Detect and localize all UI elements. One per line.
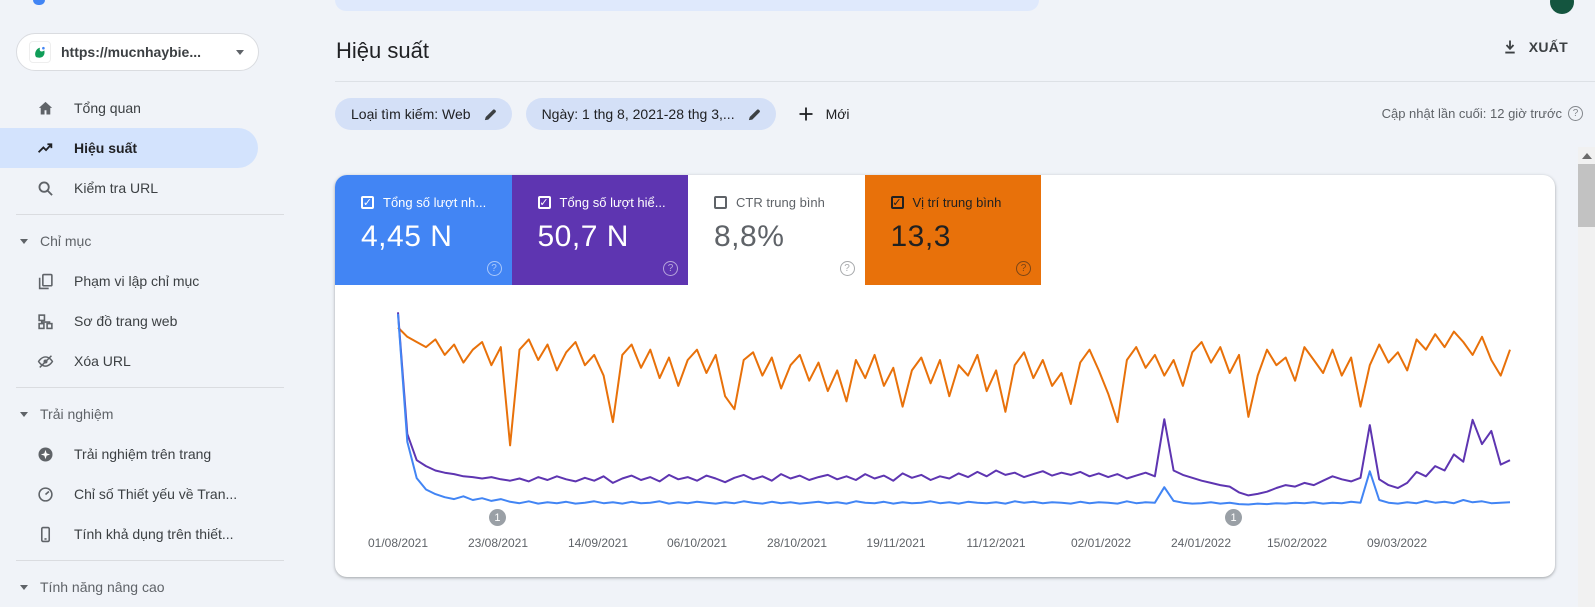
x-axis-tick-label: 23/08/2021 (467, 536, 529, 550)
performance-chart[interactable]: 1 1 01/08/2021 23/08/2021 14/09/2021 06/10/2… (368, 293, 1512, 573)
page-experience-icon (36, 445, 54, 463)
last-updated: Cập nhật lần cuối: 12 giờ trước (1382, 106, 1583, 121)
coverage-icon (36, 272, 54, 290)
metric-tile-impressions[interactable]: Tổng số lượt hiể... 50,7 N (511, 175, 688, 285)
divider (16, 387, 284, 388)
search-icon (36, 179, 54, 197)
chevron-down-icon (20, 584, 28, 590)
download-icon (1501, 38, 1519, 56)
line-chart[interactable] (396, 293, 1512, 513)
divider (16, 560, 284, 561)
smartphone-icon (36, 525, 54, 543)
series-impressions (397, 312, 1511, 497)
scrollbar-up-arrow[interactable] (1582, 153, 1592, 159)
checkbox-icon[interactable] (537, 196, 551, 209)
sidebar-item-overview[interactable]: Tổng quan (0, 88, 258, 128)
sidebar-item-label: Sơ đồ trang web (74, 313, 178, 329)
sidebar-nav: Tổng quan Hiệu suất Kiểm tra URL Chỉ mục… (0, 88, 300, 607)
chevron-down-icon (20, 411, 28, 417)
edit-pencil-icon[interactable] (747, 107, 762, 122)
filter-chip-date-range[interactable]: Ngày: 1 thg 8, 2021-28 thg 3,... (525, 98, 776, 130)
x-axis-tick-label: 24/01/2022 (1170, 536, 1232, 550)
sidebar-item-url-inspection[interactable]: Kiểm tra URL (0, 168, 258, 208)
x-axis-tick-label: 11/12/2021 (966, 536, 1026, 550)
sidebar-item-label: Phạm vi lập chỉ mục (74, 273, 200, 289)
sitemap-icon (36, 312, 54, 330)
chevron-down-icon (20, 238, 28, 244)
chevron-down-icon (236, 49, 244, 55)
x-axis-tick-label: 19/11/2021 (866, 536, 926, 550)
x-axis-tick-label: 28/10/2021 (766, 536, 828, 550)
metric-value: 50,7 N (537, 220, 629, 253)
metric-tile-clicks[interactable]: Tổng số lượt nh... 4,45 N (335, 175, 512, 285)
metric-value: 4,45 N (361, 220, 453, 253)
help-icon[interactable] (839, 261, 855, 276)
property-label: https://mucnhaybie... (61, 44, 202, 60)
plus-icon (798, 106, 814, 122)
help-icon[interactable] (486, 261, 502, 276)
property-selector[interactable]: https://mucnhaybie... (16, 33, 259, 71)
chart-annotation-badge[interactable]: 1 (488, 509, 506, 526)
divider (16, 214, 284, 215)
help-icon[interactable] (1016, 261, 1031, 276)
sidebar-item-mobile-usability[interactable]: Tính khả dụng trên thiết... (0, 514, 258, 554)
x-axis-tick-label: 02/01/2022 (1070, 536, 1132, 550)
section-header-legacy[interactable]: Tính năng nâng cao (0, 567, 300, 607)
metric-tiles: Tổng số lượt nh... 4,45 N Tổng số lượt h… (335, 175, 1555, 285)
sidebar-item-performance[interactable]: Hiệu suất (0, 128, 258, 168)
performance-icon (36, 139, 54, 157)
x-axis-tick-label: 15/02/2022 (1266, 536, 1328, 550)
sidebar-item-label: Tính khả dụng trên thiết... (74, 526, 234, 542)
eye-off-icon (36, 352, 54, 370)
filter-bar: Loại tìm kiếm: Web Ngày: 1 thg 8, 2021-2… (335, 98, 858, 130)
x-axis-tick-label: 14/09/2021 (567, 536, 629, 550)
divider (335, 81, 1595, 82)
gauge-icon (36, 485, 54, 503)
section-header-experience[interactable]: Trải nghiệm (0, 394, 300, 434)
x-axis-tick-label: 01/08/2021 (367, 536, 429, 550)
sidebar-item-index-coverage[interactable]: Phạm vi lập chỉ mục (0, 261, 258, 301)
metric-value: 13,3 (890, 220, 951, 253)
main-content: Hiệu suất XUẤT Loại tìm kiếm: Web Ngày: … (335, 0, 1595, 607)
sidebar-item-label: Kiểm tra URL (74, 180, 159, 196)
sidebar-item-removals[interactable]: Xóa URL (0, 341, 258, 381)
checkbox-icon[interactable] (361, 196, 374, 209)
section-header-index[interactable]: Chỉ mục (0, 221, 300, 261)
page-title: Hiệu suất (336, 38, 429, 63)
checkbox-icon[interactable] (714, 196, 727, 209)
site-favicon (29, 41, 51, 63)
sidebar-item-core-web-vitals[interactable]: Chỉ số Thiết yếu về Tran... (0, 474, 258, 514)
metric-value: 8,8% (714, 220, 785, 253)
home-icon (36, 99, 54, 117)
new-filter-button[interactable]: Mới (790, 106, 858, 122)
scrollbar-thumb[interactable] (1578, 164, 1595, 227)
sidebar: https://mucnhaybie... Tổng quan Hiệu suấ… (0, 0, 300, 607)
checkbox-icon[interactable] (890, 196, 904, 209)
sidebar-item-label: Trải nghiệm trên trang (74, 446, 212, 462)
sidebar-item-label: Chỉ số Thiết yếu về Tran... (74, 486, 238, 502)
help-icon[interactable] (663, 261, 678, 276)
metric-tile-position[interactable]: Vị trí trung bình 13,3 (864, 175, 1041, 285)
metric-tile-ctr[interactable]: CTR trung bình 8,8% (688, 175, 865, 285)
sidebar-item-label: Hiệu suất (74, 140, 138, 156)
sidebar-item-page-experience[interactable]: Trải nghiệm trên trang (0, 434, 258, 474)
edit-pencil-icon[interactable] (483, 107, 498, 122)
help-icon[interactable] (1568, 106, 1583, 121)
sidebar-item-sitemaps[interactable]: Sơ đồ trang web (0, 301, 258, 341)
x-axis-tick-label: 09/03/2022 (1366, 536, 1428, 550)
x-axis-tick-label: 06/10/2021 (666, 536, 728, 550)
series-position (397, 326, 1511, 447)
chart-annotation-badge[interactable]: 1 (1225, 509, 1243, 526)
filter-chip-search-type[interactable]: Loại tìm kiếm: Web (335, 98, 512, 130)
sidebar-item-label: Tổng quan (74, 100, 141, 116)
performance-card: Tổng số lượt nh... 4,45 N Tổng số lượt h… (335, 175, 1555, 577)
export-button[interactable]: XUẤT (1501, 38, 1568, 56)
sidebar-item-label: Xóa URL (74, 353, 131, 369)
